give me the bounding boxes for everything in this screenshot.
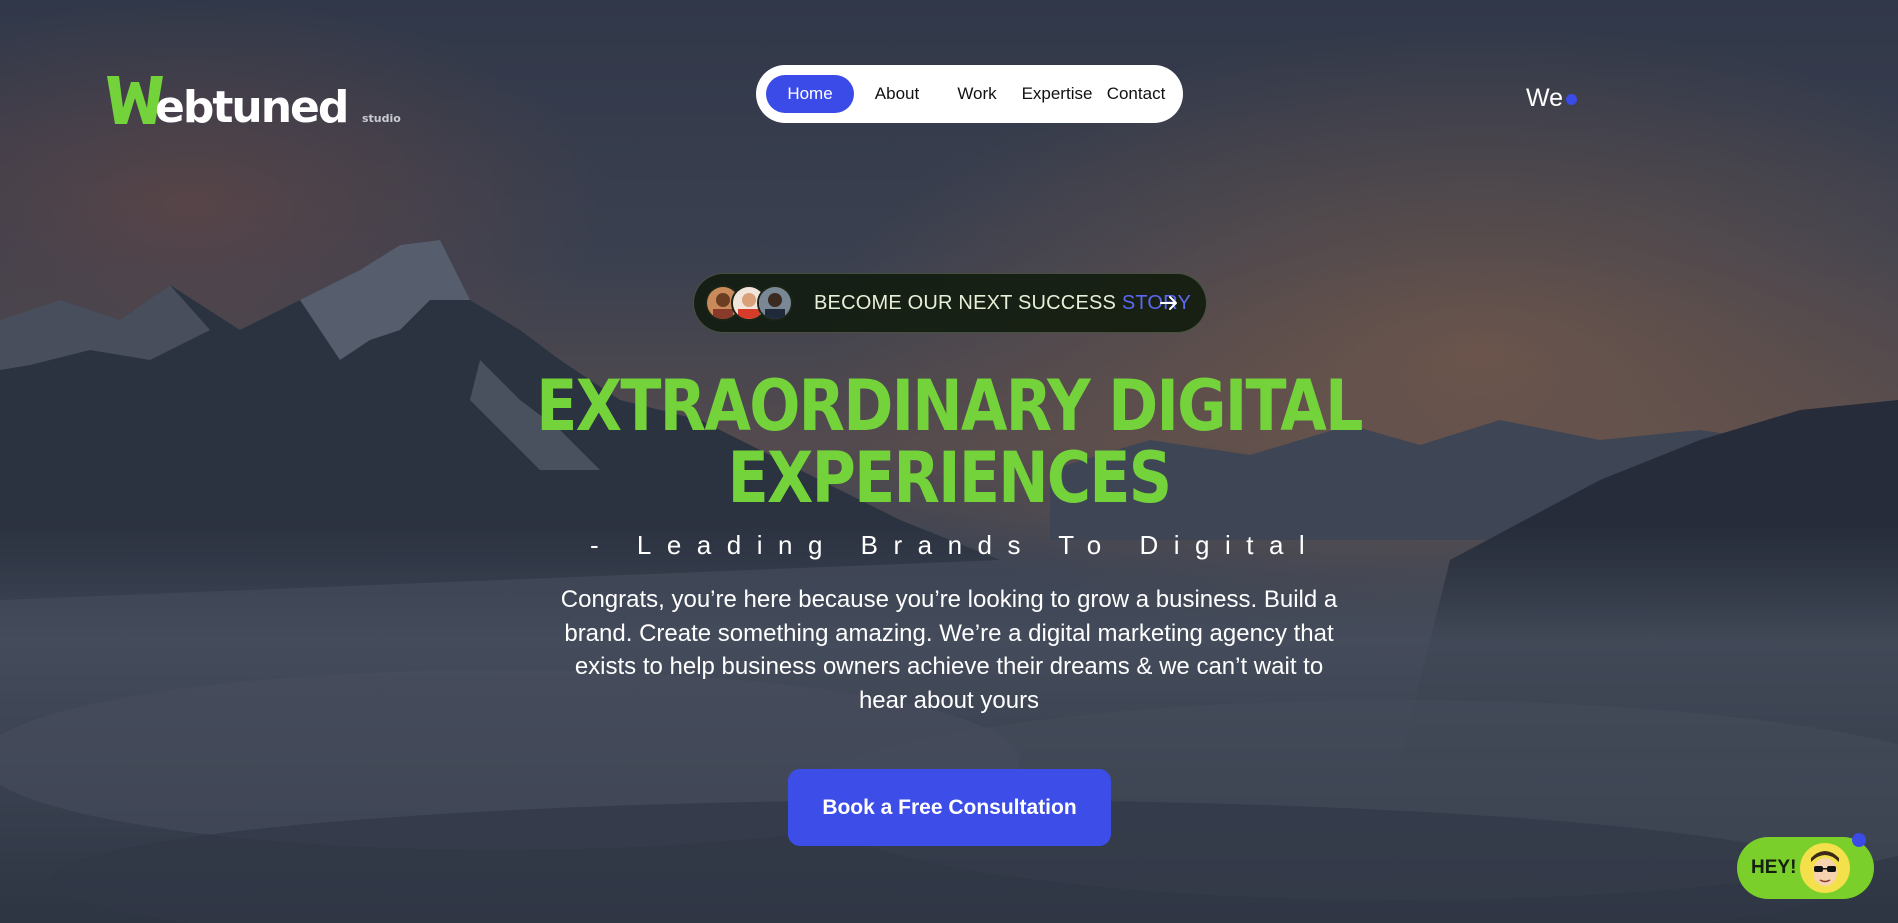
logo-subtext: studio	[362, 112, 401, 125]
hero-intro-text: Congrats, you’re here because you’re loo…	[560, 586, 1338, 714]
logo-wordmark: ebtuned	[155, 82, 347, 132]
success-story-badge[interactable]: BECOME OUR NEXT SUCCESS STORY	[693, 273, 1207, 333]
chat-widget-label: HEY!	[1751, 857, 1797, 878]
nav-expertise[interactable]: Expertise	[1010, 75, 1104, 113]
mascot-face-icon	[1800, 843, 1850, 893]
avatar	[757, 285, 793, 321]
nav-contact[interactable]: Contact	[1094, 75, 1178, 113]
story-text-accent: STORY	[1121, 292, 1192, 314]
status-dot	[1566, 94, 1577, 105]
main-nav: Home About Work Expertise Contact	[756, 65, 1183, 123]
success-story-text: BECOME OUR NEXT SUCCESS STORY	[814, 274, 1191, 332]
webtuned-logo[interactable]: ebtuned studio	[105, 72, 405, 132]
hero-headline-line1: EXTRAORDINARY DIGITAL	[536, 365, 1363, 447]
story-text-main: BECOME OUR NEXT SUCCESS	[814, 292, 1117, 314]
notification-dot	[1852, 833, 1866, 847]
nav-home[interactable]: Home	[766, 75, 854, 113]
hero-headline: EXTRAORDINARY DIGITAL EXPERIENCES	[519, 370, 1379, 514]
header-we-text: We	[1526, 84, 1564, 112]
nav-work[interactable]: Work	[941, 75, 1013, 113]
hero-tagline: - Leading Brands To Digital	[590, 530, 1321, 560]
hero-headline-line2: EXPERIENCES	[727, 437, 1173, 519]
chat-widget-button[interactable]: HEY!	[1737, 837, 1874, 899]
arrow-right-icon	[1160, 296, 1177, 310]
nav-about[interactable]: About	[858, 75, 936, 113]
book-consultation-button[interactable]: Book a Free Consultation	[788, 769, 1111, 846]
